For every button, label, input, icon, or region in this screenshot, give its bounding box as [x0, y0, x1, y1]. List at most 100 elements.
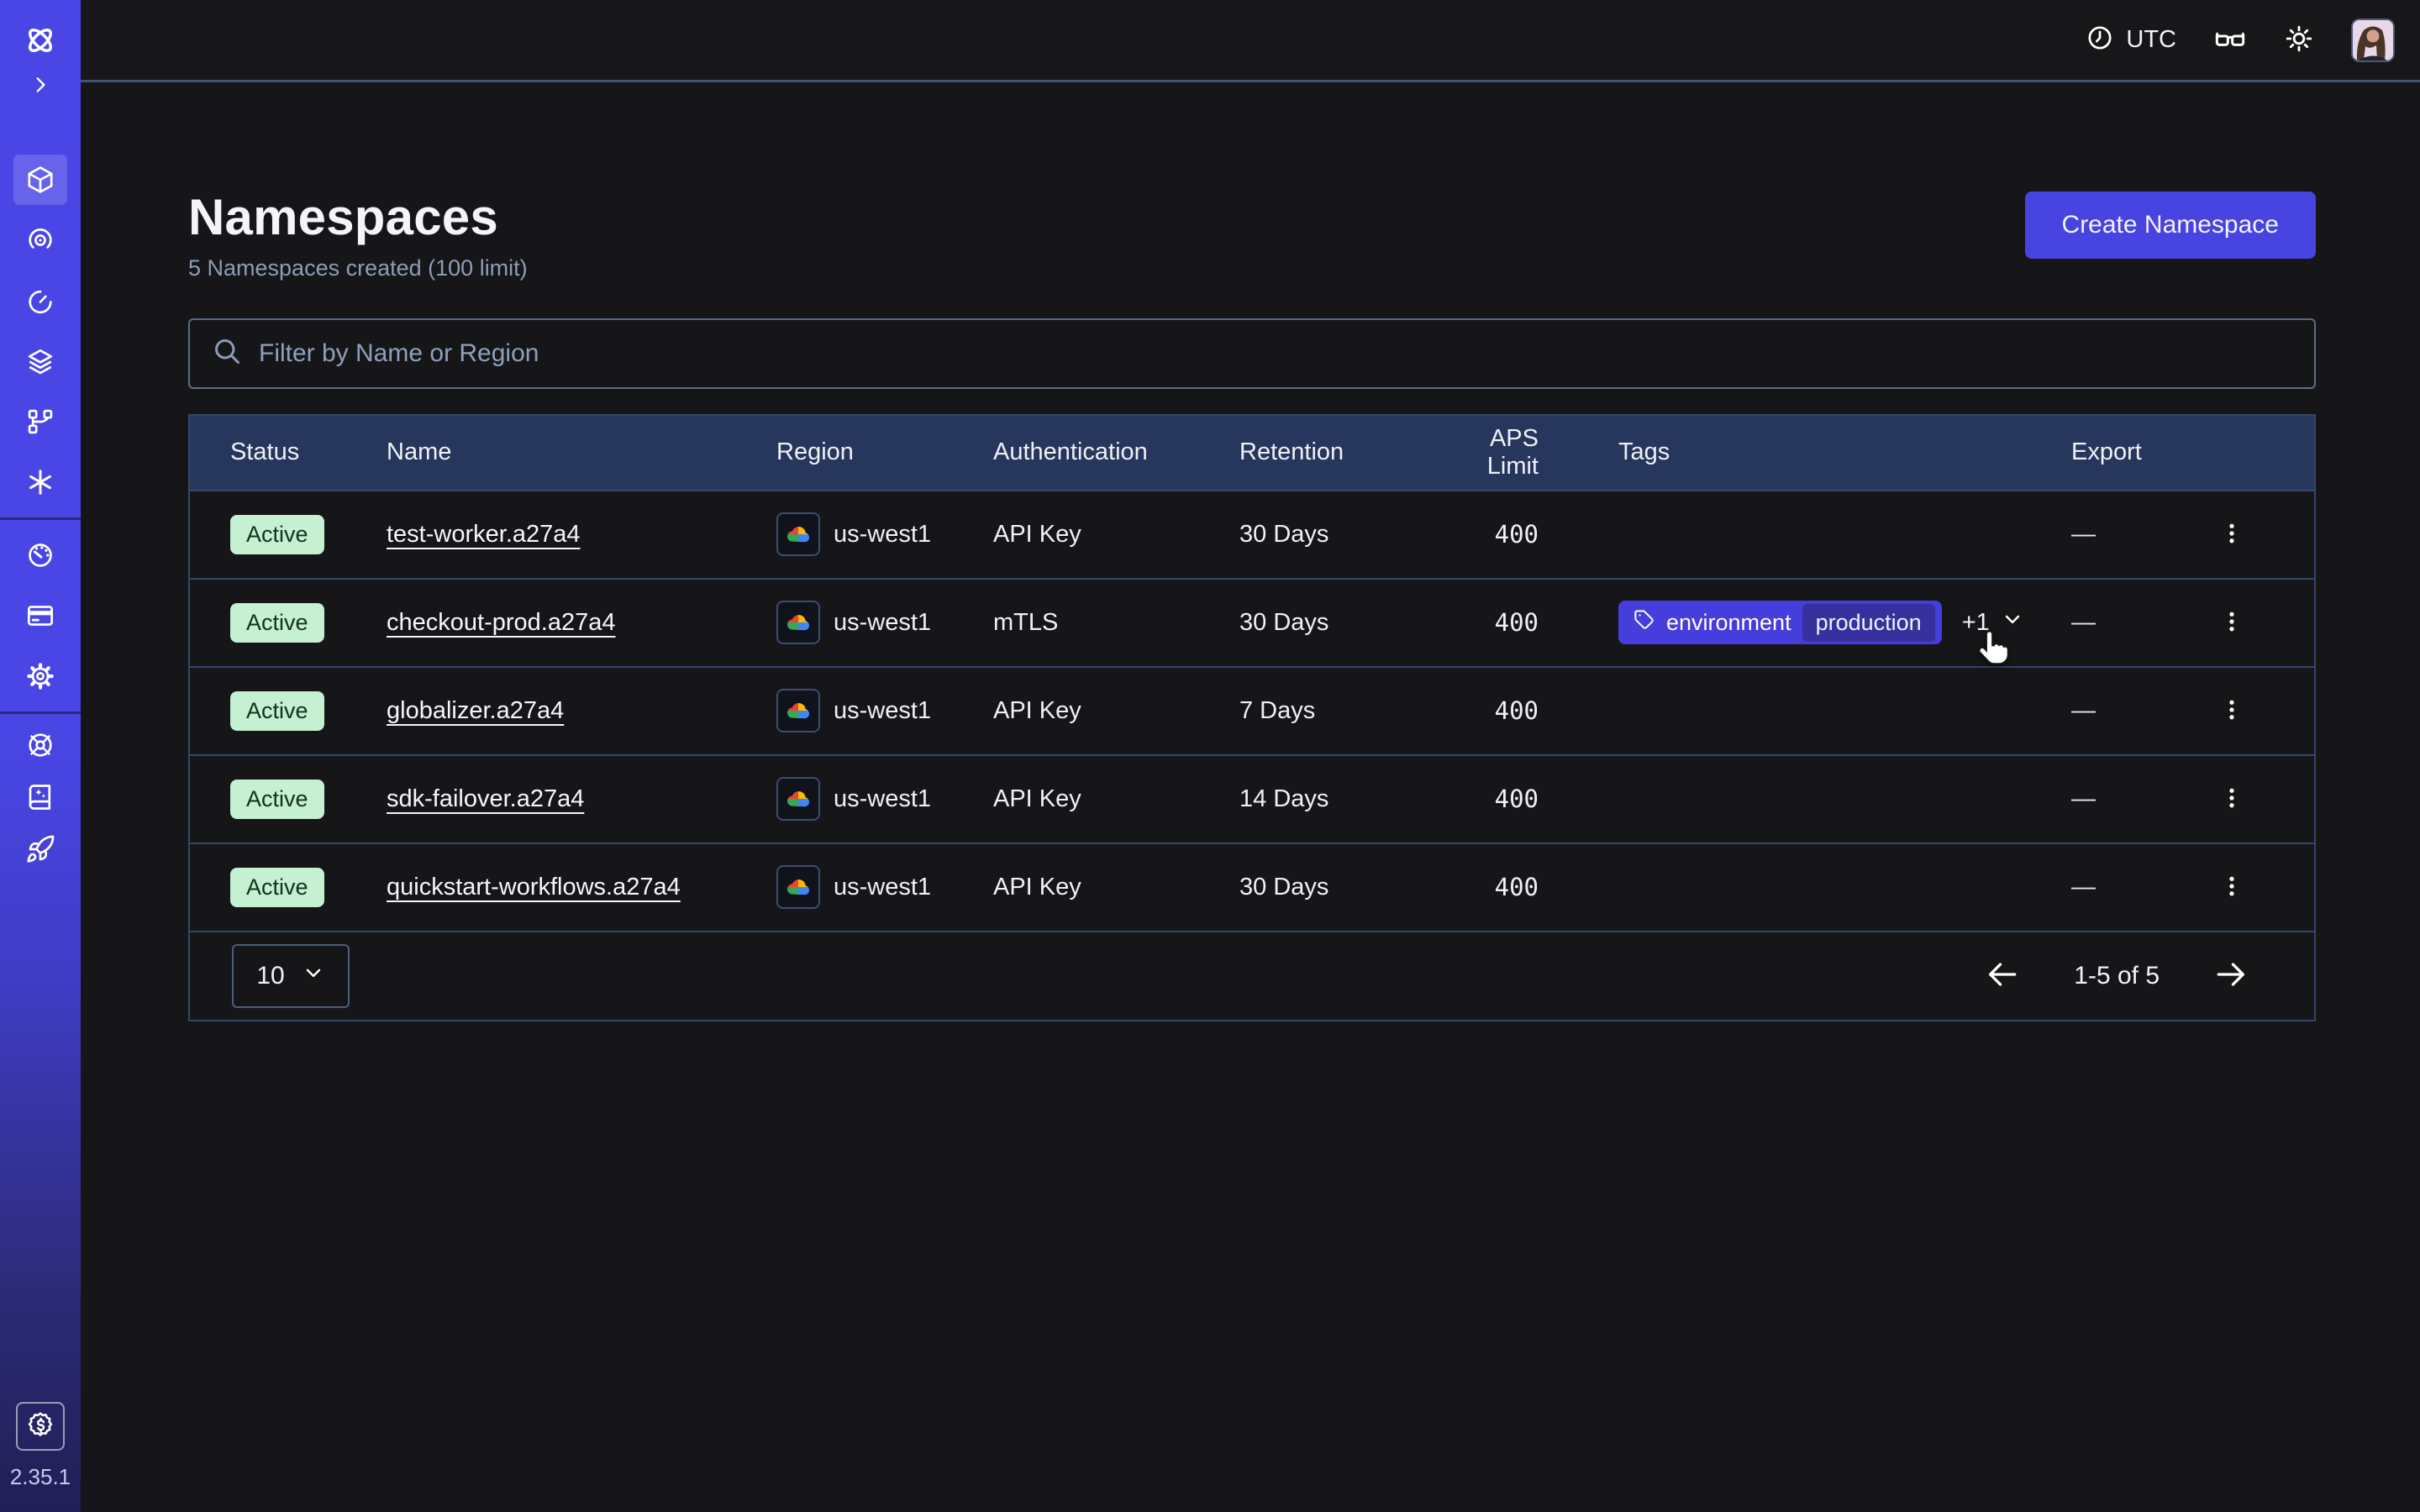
- filter-bar: [188, 318, 2316, 389]
- sidebar-item-apis[interactable]: [0, 452, 81, 512]
- column-header-status: Status: [190, 438, 387, 466]
- theme-toggle-button[interactable]: [2284, 24, 2314, 56]
- cube-icon: [13, 155, 67, 205]
- export-value: —: [2071, 697, 2096, 725]
- namespace-link[interactable]: sdk-failover.a27a4: [387, 785, 584, 812]
- export-value: —: [2071, 521, 2096, 549]
- arrow-right-icon: [2213, 957, 2249, 995]
- page-header: Namespaces 5 Namespaces created (100 lim…: [188, 188, 2316, 281]
- status-badge: Active: [230, 603, 324, 643]
- mouse-cursor: [1973, 628, 2012, 671]
- credits-button[interactable]: [16, 1402, 65, 1451]
- temporal-logo-icon: [22, 20, 59, 60]
- row-menu-button[interactable]: [2214, 516, 2249, 554]
- aps-limit-value: 400: [1433, 520, 1618, 549]
- region-label: us-west1: [834, 785, 931, 813]
- filter-input[interactable]: [259, 339, 2292, 368]
- credit-card-icon: [13, 591, 67, 641]
- timer-icon: [13, 276, 67, 326]
- pagination: 1-5 of 5: [1985, 957, 2249, 995]
- gcp-cloud-icon: [776, 601, 820, 644]
- clock-icon: [2086, 24, 2114, 56]
- sidebar-item-namespaces[interactable]: [0, 150, 81, 210]
- sidebar-item-settings[interactable]: [0, 646, 81, 706]
- sidebar-item-deployments[interactable]: [0, 331, 81, 391]
- sidebar-nav-help: [0, 719, 81, 875]
- region-label: us-west1: [834, 609, 931, 637]
- sidebar-footer: 2.35.1: [10, 1402, 71, 1490]
- row-menu-button[interactable]: [2214, 780, 2249, 818]
- retention-label: 30 Days: [1239, 609, 1433, 637]
- sidebar-item-workflows[interactable]: [0, 391, 81, 452]
- app-version: 2.35.1: [10, 1464, 71, 1490]
- timezone-label: UTC: [2126, 26, 2176, 54]
- gcp-cloud-icon: [776, 689, 820, 732]
- auth-label: API Key: [993, 521, 1239, 549]
- kebab-icon: [2219, 697, 2244, 725]
- kebab-icon: [2219, 521, 2244, 549]
- auth-label: API Key: [993, 785, 1239, 813]
- retention-label: 14 Days: [1239, 785, 1433, 813]
- previous-page-button[interactable]: [1985, 957, 2020, 995]
- retention-label: 7 Days: [1239, 697, 1433, 725]
- namespace-link[interactable]: checkout-prod.a27a4: [387, 609, 615, 636]
- labs-toggle-button[interactable]: [2213, 22, 2247, 58]
- row-menu-button[interactable]: [2214, 869, 2249, 906]
- page-size-value: 10: [256, 962, 284, 990]
- status-badge: Active: [230, 868, 324, 907]
- expand-sidebar-button[interactable]: [0, 72, 81, 101]
- tag-icon: [1633, 608, 1655, 638]
- gcp-cloud-icon: [776, 777, 820, 821]
- sidebar-item-billing[interactable]: [0, 585, 81, 646]
- ship-wheel-icon: [13, 720, 67, 770]
- table-row: Active globalizer.a27a4 us-west1 API Key…: [190, 666, 2314, 754]
- iris-icon: [13, 215, 67, 265]
- gcp-cloud-icon: [776, 512, 820, 556]
- sidebar-item-getting-started[interactable]: [0, 823, 81, 875]
- sidebar-item-nexus[interactable]: [0, 210, 81, 270]
- status-badge: Active: [230, 691, 324, 731]
- column-header-aps-limit: APS Limit: [1433, 425, 1618, 480]
- column-header-authentication: Authentication: [993, 438, 1239, 466]
- namespace-link[interactable]: globalizer.a27a4: [387, 697, 564, 724]
- user-avatar[interactable]: [2351, 18, 2395, 62]
- region-label: us-west1: [834, 697, 931, 725]
- sidebar-item-support[interactable]: [0, 719, 81, 771]
- kebab-icon: [2219, 785, 2244, 813]
- table-footer: 10 1-5 of 5: [190, 931, 2314, 1020]
- avatar-image: [2353, 20, 2393, 60]
- create-namespace-button[interactable]: Create Namespace: [2025, 192, 2316, 259]
- namespaces-table: Status Name Region Authentication Retent…: [188, 414, 2316, 1021]
- sidebar-item-docs[interactable]: [0, 771, 81, 823]
- namespace-link[interactable]: test-worker.a27a4: [387, 521, 581, 548]
- timezone-selector[interactable]: UTC: [2086, 24, 2176, 56]
- row-menu-button[interactable]: [2214, 692, 2249, 730]
- sidebar-item-schedules[interactable]: [0, 270, 81, 331]
- auth-label: API Key: [993, 697, 1239, 725]
- aps-limit-value: 400: [1433, 696, 1618, 725]
- sidebar-item-usage[interactable]: [0, 525, 81, 585]
- status-badge: Active: [230, 515, 324, 554]
- column-header-retention: Retention: [1239, 438, 1433, 466]
- region-label: us-west1: [834, 521, 931, 549]
- row-menu-button[interactable]: [2214, 604, 2249, 642]
- tag-value: production: [1802, 604, 1935, 642]
- auth-label: API Key: [993, 874, 1239, 901]
- sun-icon: [2284, 24, 2314, 56]
- kebab-icon: [2219, 609, 2244, 637]
- column-header-tags: Tags: [1618, 438, 2071, 466]
- next-page-button[interactable]: [2213, 957, 2249, 995]
- glasses-icon: [2213, 22, 2247, 58]
- app-window: 2.35.1 UTC Namespaces 5 Namespaces creat…: [0, 0, 2420, 1512]
- table-row: Active quickstart-workflows.a27a4 us-wes…: [190, 843, 2314, 931]
- page-subtitle: 5 Namespaces created (100 limit): [188, 255, 528, 281]
- column-header-name: Name: [387, 438, 776, 466]
- export-value: —: [2071, 874, 2096, 901]
- region-label: us-west1: [834, 874, 931, 901]
- topbar: UTC: [81, 0, 2420, 82]
- aps-limit-value: 400: [1433, 608, 1618, 637]
- chevron-down-icon: [302, 961, 325, 991]
- namespace-link[interactable]: quickstart-workflows.a27a4: [387, 874, 681, 900]
- page-size-select[interactable]: 10: [232, 944, 350, 1008]
- tag-chip[interactable]: environment production: [1618, 601, 1942, 644]
